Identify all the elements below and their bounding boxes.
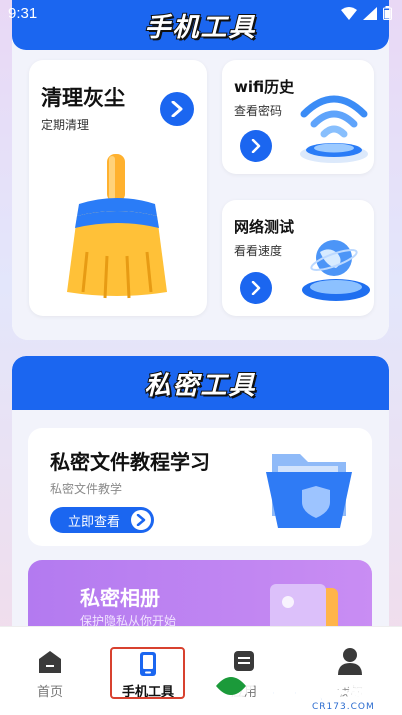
- private-album-card[interactable]: 私密相册 保护隐私从你开始: [28, 560, 372, 626]
- private-file-title: 私密文件教程学习: [50, 450, 210, 474]
- view-now-button[interactable]: 立即查看: [50, 507, 154, 533]
- wifi-history-arrow-button[interactable]: [240, 130, 272, 162]
- status-bar: 9:31: [0, 0, 402, 26]
- wifi-icon: [300, 95, 368, 163]
- wifi-signal-icon: [341, 6, 357, 20]
- chevron-right-icon: [131, 510, 151, 530]
- private-tools-title: 私密工具: [143, 370, 257, 402]
- private-album-subtitle: 保护隐私从你开始: [80, 614, 177, 626]
- broom-icon: [67, 154, 167, 299]
- photo-album-icon: [270, 584, 338, 626]
- private-tools-header: 私密工具: [12, 356, 389, 410]
- network-test-arrow-button[interactable]: [240, 272, 272, 304]
- home-icon: [39, 651, 61, 673]
- watermark: 西西软件园 CR173.COM: [200, 640, 402, 715]
- private-file-card[interactable]: 私密文件教程学习 私密文件教学 立即查看: [28, 428, 372, 546]
- watermark-logo-icon: [208, 672, 254, 700]
- phone-tools-section: 清理灰尘 定期清理 wifi历史 查看密码 网络测试 看看速度 手机工具: [12, 0, 389, 340]
- clean-dust-subtitle: 定期清理: [41, 118, 90, 132]
- watermark-subtext: CR173.COM: [312, 702, 375, 712]
- chevron-right-icon: [171, 101, 183, 117]
- private-tools-section: 私密工具 私密文件教程学习 私密文件教学 立即查看 私密相册 保护隐私从你开始: [12, 356, 389, 626]
- status-time: 9:31: [8, 4, 38, 22]
- chevron-right-icon: [251, 139, 261, 153]
- nav-label-home: 首页: [36, 685, 63, 700]
- network-test-subtitle: 看看速度: [234, 244, 283, 258]
- chevron-right-icon: [251, 281, 261, 295]
- network-test-title: 网络测试: [234, 218, 295, 236]
- clean-dust-card[interactable]: 清理灰尘 定期清理: [29, 60, 207, 316]
- folder-shield-icon: [266, 454, 352, 528]
- clean-dust-title: 清理灰尘: [41, 86, 125, 110]
- view-now-label: 立即查看: [68, 514, 121, 530]
- private-album-title: 私密相册: [80, 586, 160, 610]
- wifi-history-title: wifi历史: [234, 78, 295, 96]
- battery-icon: [383, 6, 392, 20]
- network-test-card[interactable]: 网络测试 看看速度: [222, 200, 374, 316]
- status-icons: [341, 6, 392, 20]
- nav-item-home[interactable]: 首页: [10, 627, 90, 715]
- wifi-history-card[interactable]: wifi历史 查看密码: [222, 60, 374, 174]
- phone-tools-body: 清理灰尘 定期清理 wifi历史 查看密码 网络测试 看看速度: [12, 42, 389, 340]
- clean-dust-arrow-button[interactable]: [160, 92, 194, 126]
- active-tab-highlight: [110, 647, 185, 699]
- globe-icon: [302, 240, 370, 301]
- wifi-history-subtitle: 查看密码: [234, 104, 283, 118]
- private-file-subtitle: 私密文件教学: [50, 482, 123, 496]
- cell-signal-icon: [363, 6, 377, 20]
